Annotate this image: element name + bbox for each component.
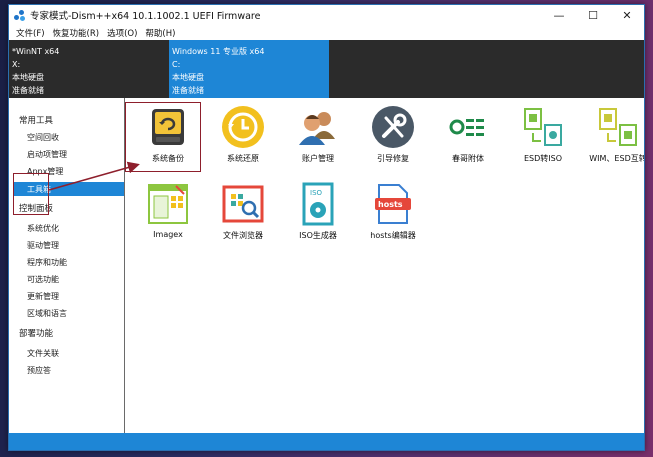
menu-help[interactable]: 帮助(H): [141, 27, 179, 39]
sidebar-group-common-tools[interactable]: 常用工具: [19, 114, 53, 126]
file-browser-icon: [221, 182, 265, 226]
tool-label: 文件浏览器: [223, 231, 263, 240]
esd-convert-icon: [521, 105, 565, 149]
wim-esd-convert-icon: [596, 105, 640, 149]
sidebar-item-programs[interactable]: 程序和功能: [27, 257, 67, 268]
title-bar[interactable]: 专家模式-Dism++x64 10.1.1002.1 UEFI Firmware…: [9, 5, 644, 25]
sidebar-item-optional-features[interactable]: 可选功能: [27, 274, 59, 285]
tool-system-restore[interactable]: 系统还原: [208, 105, 278, 164]
window-title: 专家模式-Dism++x64 10.1.1002.1 UEFI Firmware: [30, 11, 261, 22]
image-type: 本地硬盘: [12, 73, 44, 82]
image-list: *WinNT x64 X: 本地硬盘 准备就绪 Windows 11 专业版 x…: [9, 40, 644, 98]
tool-chunge-futi[interactable]: 春哥附体: [433, 105, 503, 164]
admin-toggle-icon: [446, 105, 490, 149]
sidebar-item-drivers[interactable]: 驱动管理: [27, 240, 59, 251]
menu-recovery[interactable]: 恢复功能(R): [49, 27, 104, 39]
image-name: Windows 11 专业版 x64: [172, 47, 265, 56]
tool-account-management[interactable]: 账户管理: [283, 105, 353, 164]
restore-clock-icon: [221, 105, 265, 149]
sidebar-item-region-language[interactable]: 区域和语言: [27, 308, 67, 319]
image-name: *WinNT x64: [12, 47, 60, 56]
annotation-box-toolbox: [13, 173, 49, 215]
tool-wim-esd-convert[interactable]: WIM、ESD互转: [583, 105, 645, 164]
main-body: 常用工具 空间回收 启动项管理 Appx管理 工具箱 控制面板 系统优化 驱动管…: [9, 98, 644, 433]
image-drive: C:: [172, 60, 181, 69]
close-button[interactable]: ✕: [610, 5, 644, 25]
tool-esd-to-iso[interactable]: ESD转ISO: [508, 105, 578, 164]
tool-hosts-editor[interactable]: hosts hosts编辑器: [358, 182, 428, 241]
svg-text:hosts: hosts: [378, 200, 403, 209]
toolbox-grid: 系统备份 系统还原 账户管理 引导修复 春哥附体 ESD转ISO WIM、ESD…: [125, 98, 645, 433]
tool-imagex[interactable]: Imagex: [133, 182, 203, 239]
imagex-icon: [146, 182, 190, 226]
sidebar-item-startup[interactable]: 启动项管理: [27, 149, 67, 160]
menu-file[interactable]: 文件(F): [12, 27, 49, 39]
dism-app-icon: [14, 9, 25, 21]
tool-iso-generator[interactable]: ISO ISO生成器: [283, 182, 353, 241]
maximize-button[interactable]: ☐: [576, 5, 610, 25]
sidebar-item-updates[interactable]: 更新管理: [27, 291, 59, 302]
menu-bar: 文件(F) 恢复功能(R) 选项(O) 帮助(H): [9, 25, 644, 40]
hosts-file-icon: hosts: [371, 182, 415, 226]
tool-label: 系统还原: [227, 154, 259, 163]
tool-label: 春哥附体: [452, 154, 484, 163]
app-window: 专家模式-Dism++x64 10.1.1002.1 UEFI Firmware…: [8, 4, 645, 451]
tool-label: Imagex: [153, 230, 183, 239]
tool-boot-repair[interactable]: 引导修复: [358, 105, 428, 164]
tool-label: 账户管理: [302, 154, 334, 163]
image-type: 本地硬盘: [172, 73, 204, 82]
image-status: 准备就绪: [172, 86, 204, 95]
status-bar: [9, 433, 644, 450]
annotation-box-backup: [125, 102, 201, 172]
tool-label: 引导修复: [377, 154, 409, 163]
sidebar-item-unattend[interactable]: 预应答: [27, 365, 51, 376]
image-item-windows11[interactable]: Windows 11 专业版 x64 C: 本地硬盘 准备就绪: [169, 40, 329, 98]
image-status: 准备就绪: [12, 86, 44, 95]
image-item-winnt[interactable]: *WinNT x64 X: 本地硬盘 准备就绪: [9, 40, 169, 98]
sidebar: 常用工具 空间回收 启动项管理 Appx管理 工具箱 控制面板 系统优化 驱动管…: [9, 98, 125, 433]
tool-file-browser[interactable]: 文件浏览器: [208, 182, 278, 241]
image-drive: X:: [12, 60, 21, 69]
menu-options[interactable]: 选项(O): [103, 27, 141, 39]
minimize-button[interactable]: —: [542, 5, 576, 25]
tool-label: ISO生成器: [299, 231, 337, 240]
tool-label: hosts编辑器: [370, 231, 416, 240]
iso-disc-icon: ISO: [296, 182, 340, 226]
sidebar-item-space-cleanup[interactable]: 空间回收: [27, 132, 59, 143]
tool-label: ESD转ISO: [523, 154, 563, 163]
tool-label: WIM、ESD互转: [589, 154, 645, 163]
sidebar-group-deployment[interactable]: 部署功能: [19, 327, 53, 339]
sidebar-item-optimize[interactable]: 系统优化: [27, 223, 59, 234]
sidebar-item-file-association[interactable]: 文件关联: [27, 348, 59, 359]
users-icon: [296, 105, 340, 149]
svg-text:ISO: ISO: [310, 189, 323, 197]
wrench-screwdriver-icon: [371, 105, 415, 149]
